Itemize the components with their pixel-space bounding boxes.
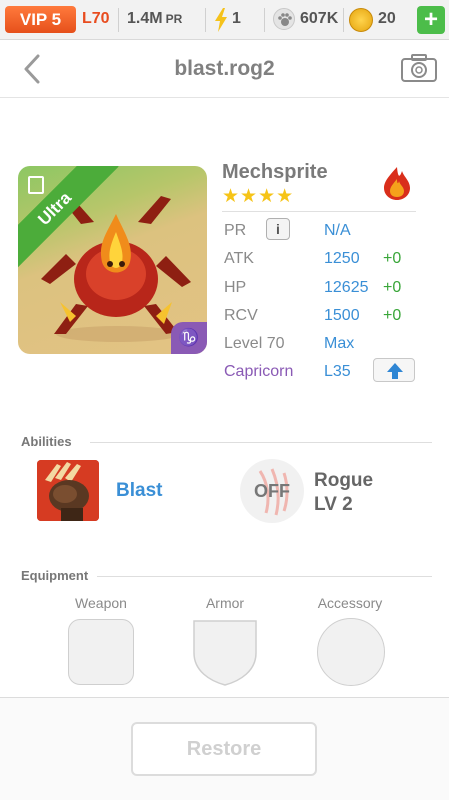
ability-icon[interactable] (37, 460, 99, 521)
monster-portrait[interactable]: Ultra ♑ (18, 166, 207, 354)
status-bar: VIP 5 L70 1.4M PR 1 607K 20 + (0, 0, 449, 40)
card-icon (28, 176, 44, 194)
arrow-up-icon (387, 363, 403, 379)
zodiac-level: L35 (324, 363, 351, 380)
stat-bonus-rcv: +0 (383, 307, 402, 324)
stat-value-rcv: 1500 (324, 307, 360, 324)
divider (97, 576, 432, 577)
lightning-icon (215, 8, 227, 32)
info-button[interactable]: i (266, 218, 290, 240)
stat-label-atk: ATK (224, 250, 254, 267)
power-rating-value: 1.4M (127, 10, 163, 27)
monster-name: Mechsprite (222, 161, 328, 183)
weapon-slot[interactable] (68, 619, 134, 685)
slot-label-armor: Armor (205, 595, 245, 611)
upgrade-button[interactable] (373, 358, 415, 382)
stat-value-atk: 1250 (324, 250, 360, 267)
stat-value-pr: N/A (324, 222, 351, 239)
zodiac-label: Capricorn (224, 363, 294, 380)
stat-label-rcv: RCV (224, 307, 258, 324)
camera-icon[interactable] (400, 53, 438, 83)
stat-bonus-hp: +0 (383, 279, 402, 296)
add-currency-button[interactable]: + (417, 6, 445, 34)
page-header: blast.rog2 (0, 40, 449, 98)
energy-count: 1 (232, 10, 241, 27)
divider (118, 8, 119, 32)
abilities-section-title: Abilities (21, 434, 72, 449)
class-level: LV 2 (314, 494, 353, 515)
stat-bonus-atk: +0 (383, 250, 402, 267)
fire-icon (384, 167, 410, 200)
stat-value-level: Max (324, 335, 355, 352)
class-status: OFF (254, 481, 290, 501)
fist-icon (37, 460, 99, 521)
slot-label-weapon: Weapon (75, 595, 127, 611)
accessory-slot[interactable] (317, 618, 385, 686)
restore-button[interactable]: Restore (131, 722, 317, 776)
footer-bar: Restore (0, 697, 449, 800)
divider (343, 8, 344, 32)
star-rating: ★★★★ (222, 186, 295, 207)
food-count: 607K (300, 10, 339, 27)
vip-badge[interactable]: VIP 5 (5, 6, 76, 33)
divider (222, 211, 416, 212)
equipment-section-title: Equipment (21, 568, 89, 583)
divider (205, 8, 206, 32)
paw-icon (273, 8, 295, 30)
stat-label-pr: PR (224, 222, 247, 239)
power-rating: 1.4M PR (127, 10, 182, 28)
divider (90, 442, 432, 443)
stat-value-hp: 12625 (324, 279, 369, 296)
stat-label-hp: HP (224, 279, 247, 296)
page-title: blast.rog2 (174, 57, 275, 80)
divider (264, 8, 265, 32)
slot-label-accessory: Accessory (317, 595, 383, 611)
stat-label-level: Level 70 (224, 335, 285, 352)
gold-count: 20 (378, 10, 396, 27)
zodiac-badge: ♑ (171, 322, 207, 354)
power-rating-unit: PR (165, 12, 183, 26)
armor-slot[interactable] (192, 617, 258, 687)
ability-name[interactable]: Blast (116, 480, 162, 502)
class-name: Rogue (314, 470, 374, 491)
player-level: L70 (82, 10, 110, 27)
gold-coin-icon (349, 8, 373, 32)
